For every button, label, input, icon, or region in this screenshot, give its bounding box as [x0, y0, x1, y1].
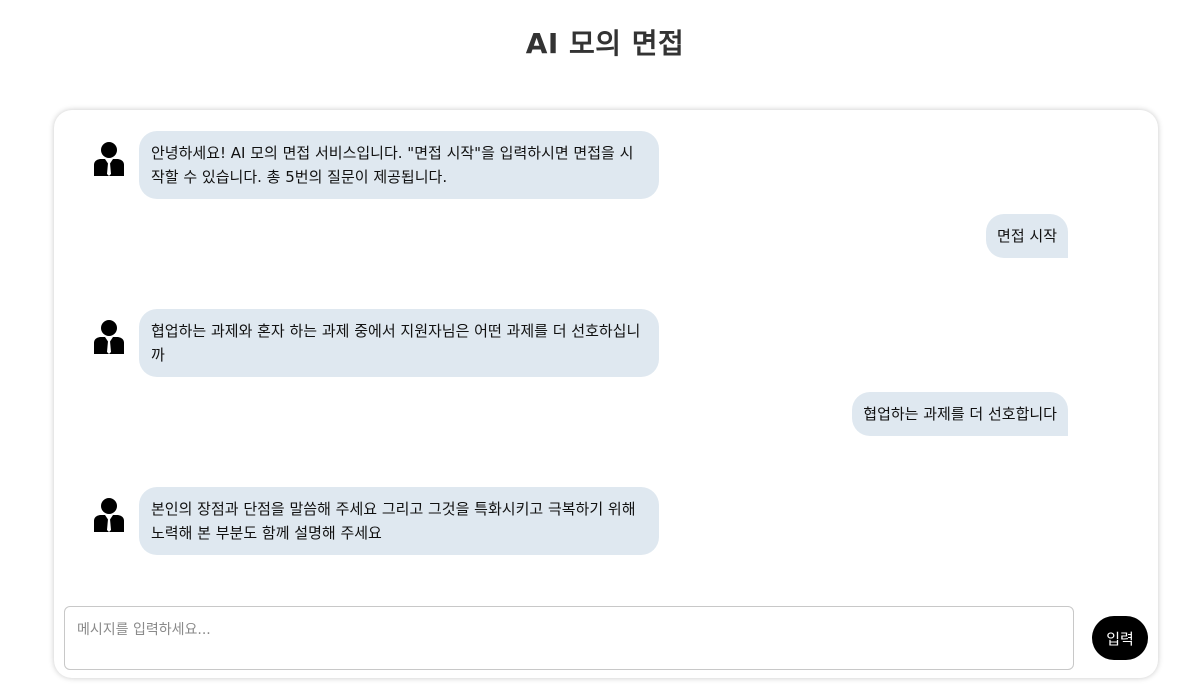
message-text: 본인의 장점과 단점을 말씀해 주세요 그리고 그것을 특화시키고 극복하기 위… [139, 487, 659, 555]
interviewer-avatar-icon [92, 319, 126, 355]
message-text: 면접 시작 [986, 214, 1068, 258]
interviewer-avatar-icon [92, 497, 126, 533]
send-button[interactable]: 입력 [1092, 616, 1148, 660]
page-title: AI 모의 면접 [525, 27, 685, 60]
user-message: 면접 시작 [986, 214, 1068, 258]
message-text: 안녕하세요! AI 모의 면접 서비스입니다. "면접 시작"을 입력하시면 면… [139, 131, 659, 199]
interviewer-avatar-icon [92, 141, 126, 177]
user-message: 협업하는 과제를 더 선호합니다 [852, 392, 1068, 436]
message-input[interactable] [64, 606, 1074, 670]
message-text: 협업하는 과제를 더 선호합니다 [852, 392, 1068, 436]
message-text: 협업하는 과제와 혼자 하는 과제 중에서 지원자님은 어떤 과제를 더 선호하… [139, 309, 659, 377]
